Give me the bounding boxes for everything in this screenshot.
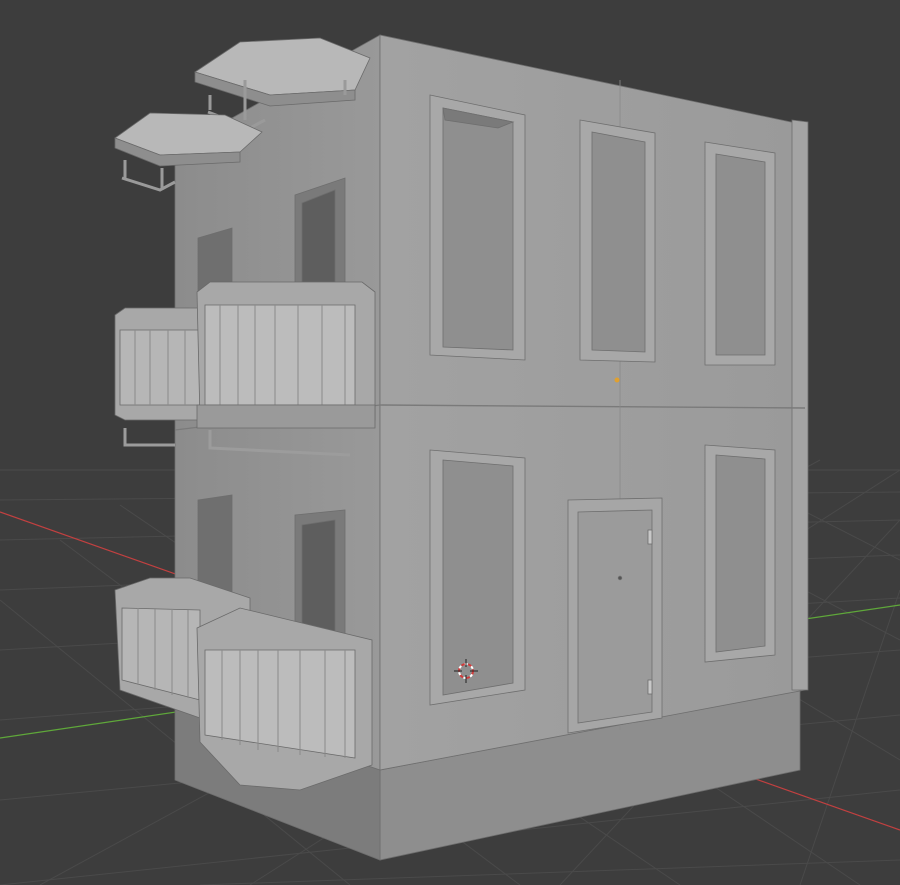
door [567, 497, 663, 734]
3d-viewport[interactable] [0, 0, 900, 885]
object-origin-marker [614, 377, 620, 383]
viewport-canvas[interactable] [0, 0, 900, 885]
